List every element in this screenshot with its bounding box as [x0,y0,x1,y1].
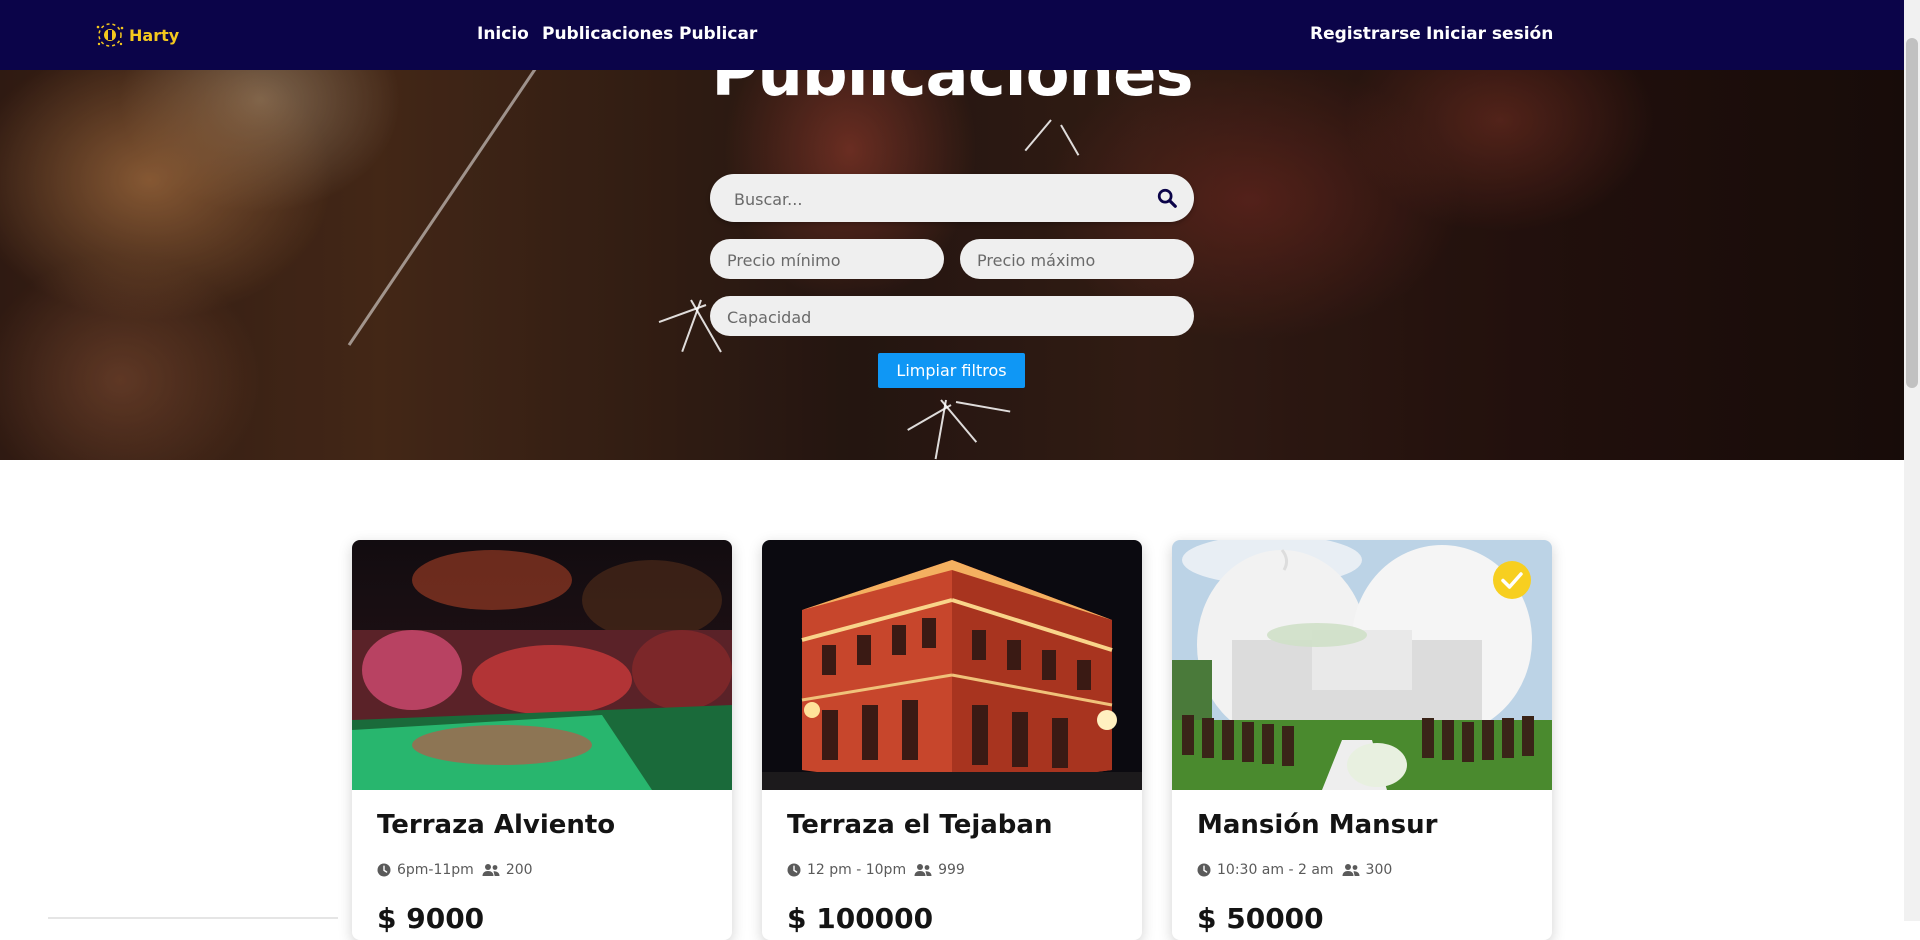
brand-name: Harty [129,25,180,45]
nav-registrarse[interactable]: Registrarse [1310,24,1421,44]
venue-price: $ 9000 [377,902,485,935]
page-scrollbar[interactable] [1904,0,1920,921]
nav-publicar[interactable]: Publicar [679,24,757,44]
venue-title[interactable]: Mansión Mansur [1197,810,1437,840]
top-navbar: Harty Inicio Publicaciones Publicar Regi… [0,0,1904,70]
venue-photo-alviento [352,540,732,790]
venue-price: $ 100000 [787,902,934,935]
venue-meta: 6pm-11pm 200 [377,862,533,878]
venue-capacity: 300 [1365,862,1393,878]
capacity-input[interactable] [725,296,1179,338]
nav-publicaciones[interactable]: Publicaciones [542,24,673,44]
min-price-input[interactable] [725,239,929,281]
venue-hours: 6pm-11pm [397,862,474,878]
clock-icon [377,863,391,877]
clock-icon [1197,863,1211,877]
brand-logo[interactable]: Harty [94,19,179,51]
venue-image[interactable] [352,540,732,790]
nav-iniciar-sesion[interactable]: Iniciar sesión [1426,24,1553,44]
venue-meta: 12 pm - 10pm 999 [787,862,965,878]
people-icon [914,864,932,876]
max-price-field[interactable] [960,239,1194,281]
min-price-field[interactable] [710,239,944,281]
search-bar[interactable] [710,174,1194,224]
venue-photo-tejaban [762,540,1142,790]
capacity-field[interactable] [710,296,1194,338]
logo-icon [96,23,124,47]
venue-card[interactable]: Mansión Mansur 10:30 am - 2 am 300 $ 500… [1172,540,1552,940]
venue-card[interactable]: Terraza Alviento 6pm-11pm 200 $ 9000 [352,540,732,940]
venue-title[interactable]: Terraza el Tejaban [787,810,1052,840]
venue-title[interactable]: Terraza Alviento [377,810,615,840]
people-icon [482,864,500,876]
venue-card[interactable]: Terraza el Tejaban 12 pm - 10pm 999 $ 10… [762,540,1142,940]
max-price-input[interactable] [975,239,1179,281]
scrollbar-thumb[interactable] [1906,38,1918,388]
clock-icon [787,863,801,877]
search-icon[interactable] [1156,187,1178,209]
venue-hours: 12 pm - 10pm [807,862,907,878]
clear-filters-button[interactable]: Limpiar filtros [878,353,1025,388]
venue-capacity: 999 [938,862,965,878]
people-icon [1342,864,1360,876]
venue-hours: 10:30 am - 2 am [1217,862,1334,878]
venue-meta: 10:30 am - 2 am 300 [1197,862,1392,878]
check-badge-icon [1493,561,1531,599]
nav-inicio[interactable]: Inicio [477,24,529,44]
venue-capacity: 200 [505,862,533,878]
venue-image[interactable] [762,540,1142,790]
venue-price: $ 50000 [1197,902,1324,935]
search-input[interactable] [732,174,1136,224]
divider [48,917,338,919]
